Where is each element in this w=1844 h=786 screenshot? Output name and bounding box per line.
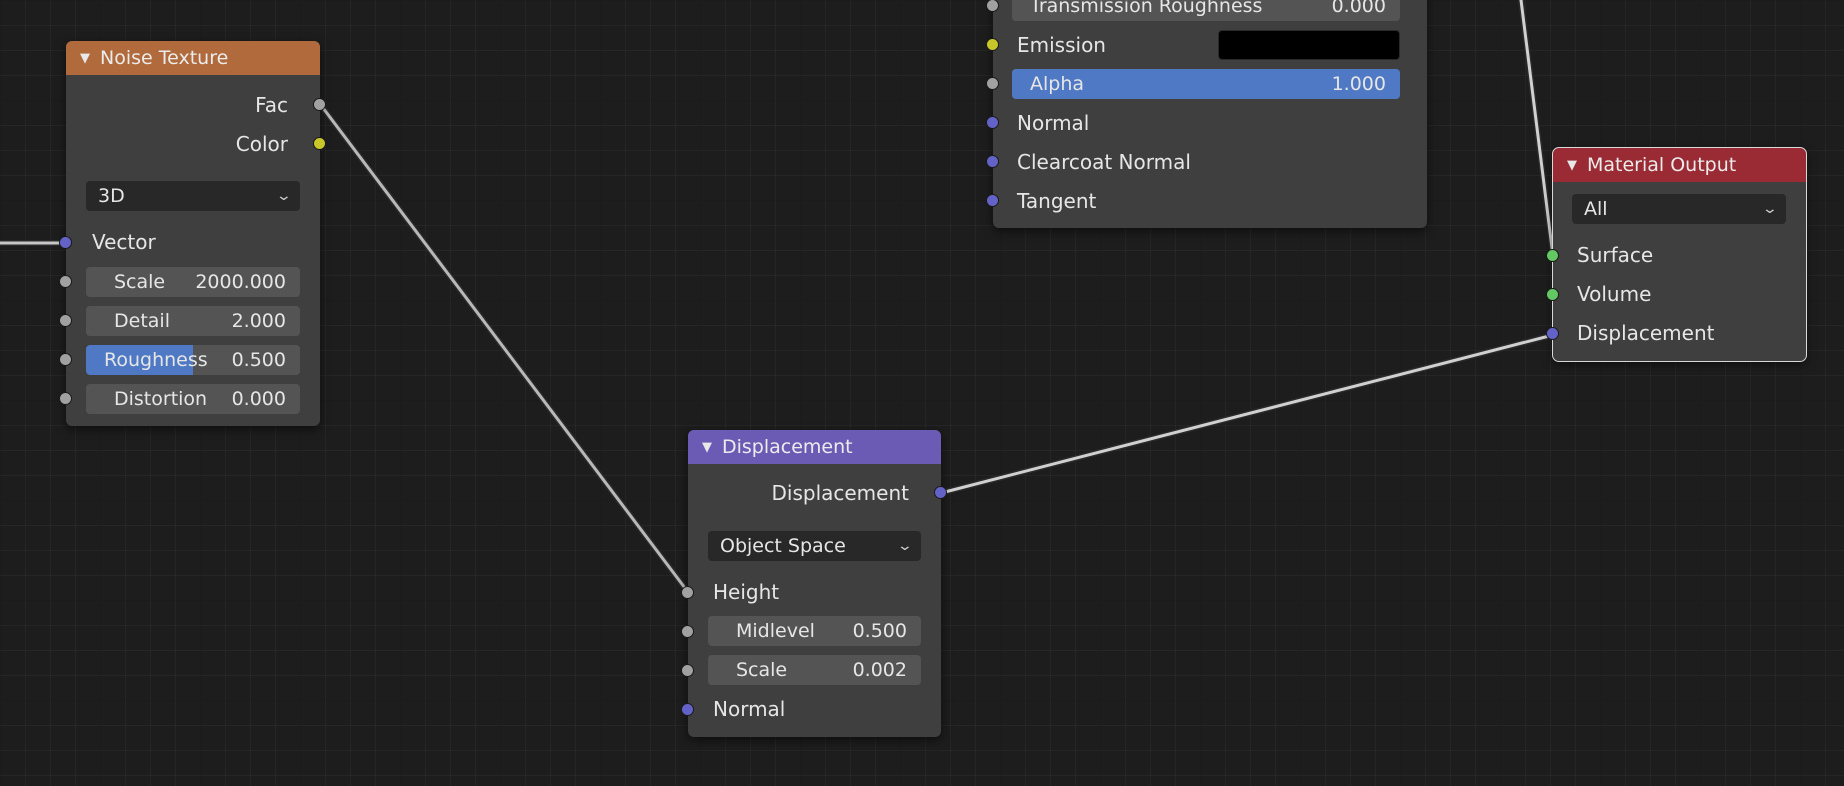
- collapse-triangle-icon[interactable]: ▼: [702, 440, 712, 455]
- collapse-triangle-icon[interactable]: ▼: [80, 51, 90, 66]
- space-dropdown[interactable]: Object Space ⌄: [708, 531, 921, 561]
- detail-socket-icon[interactable]: [59, 314, 72, 327]
- chevron-down-icon: ⌄: [275, 188, 293, 204]
- material-output-header[interactable]: ▼ Material Output: [1553, 148, 1806, 182]
- roughness-socket-icon[interactable]: [59, 353, 72, 366]
- dropdown-value: 3D: [98, 185, 125, 207]
- displacement-in-socket-icon[interactable]: [1546, 327, 1559, 340]
- socket-label: Fac: [255, 93, 288, 117]
- field-value: 1.000: [1331, 73, 1386, 95]
- input-surface: Surface: [1577, 240, 1653, 270]
- surface-socket-icon[interactable]: [1546, 249, 1559, 262]
- socket-label: Height: [713, 580, 780, 604]
- field-label: Detail: [114, 310, 170, 332]
- noise-texture-header[interactable]: ▼ Noise Texture: [66, 41, 320, 75]
- displacement-node[interactable]: ▼ Displacement Displacement Object Space…: [681, 430, 947, 737]
- midlevel-field[interactable]: Midlevel 0.500: [708, 616, 921, 646]
- fac-socket-icon[interactable]: [313, 98, 326, 111]
- roughness-slider[interactable]: Roughness 0.500: [86, 345, 300, 375]
- field-label: Midlevel: [736, 620, 815, 642]
- noise-texture-node[interactable]: ▼ Noise Texture Fac Color 3D ⌄ Vector Sc…: [59, 41, 326, 426]
- field-value: 0.000: [231, 388, 286, 410]
- field-value: 0.000: [1331, 0, 1386, 17]
- emission-socket-icon[interactable]: [986, 38, 999, 51]
- link-bsdf-to-surface: [1518, 0, 1556, 259]
- socket-label: Vector: [92, 230, 156, 254]
- volume-socket-icon[interactable]: [1546, 288, 1559, 301]
- input-tangent: Tangent: [1017, 186, 1096, 216]
- tangent-socket-icon[interactable]: [986, 194, 999, 207]
- input-height: Height: [713, 577, 779, 607]
- field-value: 0.500: [852, 620, 907, 642]
- input-normal: Normal: [713, 694, 785, 724]
- output-fac: Fac: [66, 90, 288, 120]
- node-title: Noise Texture: [100, 47, 229, 69]
- input-displacement: Displacement: [1577, 318, 1715, 348]
- field-value: 2000.000: [195, 271, 286, 293]
- principled-bsdf-node[interactable]: Transmission Roughness 0.000 Emission Al…: [986, 0, 1427, 228]
- socket-label: Surface: [1577, 243, 1654, 267]
- dropdown-value: Object Space: [720, 535, 846, 557]
- field-value: 0.002: [852, 659, 907, 681]
- alpha-slider[interactable]: Alpha 1.000: [1012, 69, 1400, 99]
- chevron-down-icon: ⌄: [1761, 201, 1779, 217]
- field-label: Transmission Roughness: [1030, 0, 1263, 17]
- detail-field[interactable]: Detail 2.000: [86, 306, 300, 336]
- scale-field[interactable]: Scale 0.002: [708, 655, 921, 685]
- normal-socket-icon[interactable]: [681, 703, 694, 716]
- field-label: Roughness: [104, 349, 208, 371]
- field-value: 0.500: [231, 349, 286, 371]
- input-volume: Volume: [1577, 279, 1651, 309]
- emission-color-swatch[interactable]: [1218, 30, 1400, 60]
- field-label: Scale: [736, 659, 788, 681]
- midlevel-socket-icon[interactable]: [681, 625, 694, 638]
- distortion-socket-icon[interactable]: [59, 392, 72, 405]
- socket-label: Emission: [1017, 33, 1106, 57]
- transmission-roughness-field[interactable]: Transmission Roughness 0.000: [1012, 0, 1400, 21]
- alpha-socket-icon[interactable]: [986, 77, 999, 90]
- output-color: Color: [66, 129, 288, 159]
- dimension-dropdown[interactable]: 3D ⌄: [86, 181, 300, 211]
- socket-label: Tangent: [1017, 189, 1097, 213]
- link-displacement-to-output: [938, 332, 1556, 496]
- output-displacement: Displacement: [688, 478, 910, 508]
- socket-label: Displacement: [771, 481, 910, 505]
- dropdown-value: All: [1584, 198, 1608, 220]
- displacement-header[interactable]: ▼ Displacement: [688, 430, 941, 464]
- socket-label: Normal: [1017, 111, 1090, 135]
- field-label: Alpha: [1030, 73, 1085, 95]
- clearcoat-normal-socket-icon[interactable]: [986, 155, 999, 168]
- material-output-node[interactable]: ▼ Material Output All ⌄ Surface Volume D…: [1546, 147, 1807, 362]
- field-label: Scale: [114, 271, 166, 293]
- collapse-triangle-icon[interactable]: ▼: [1567, 158, 1577, 173]
- input-emission: Emission: [1017, 30, 1106, 60]
- color-socket-icon[interactable]: [313, 137, 326, 150]
- input-normal: Normal: [1017, 108, 1089, 138]
- node-title: Displacement: [722, 436, 853, 458]
- transmission-roughness-socket-icon[interactable]: [986, 0, 999, 12]
- socket-label: Color: [235, 132, 288, 156]
- socket-label: Displacement: [1577, 321, 1715, 345]
- vector-socket-icon[interactable]: [59, 236, 72, 249]
- field-label: Distortion: [114, 388, 208, 410]
- field-value: 2.000: [231, 310, 286, 332]
- scale-socket-icon[interactable]: [59, 275, 72, 288]
- scale-field[interactable]: Scale 2000.000: [86, 267, 300, 297]
- input-vector: Vector: [92, 227, 156, 257]
- distortion-field[interactable]: Distortion 0.000: [86, 384, 300, 414]
- height-socket-icon[interactable]: [681, 586, 694, 599]
- displacement-out-socket-icon[interactable]: [934, 486, 947, 499]
- chevron-down-icon: ⌄: [896, 538, 914, 554]
- link-fac-to-height: [317, 101, 691, 595]
- target-dropdown[interactable]: All ⌄: [1572, 194, 1786, 224]
- socket-label: Volume: [1577, 282, 1652, 306]
- input-clearcoat-normal: Clearcoat Normal: [1017, 147, 1191, 177]
- socket-label: Normal: [713, 697, 786, 721]
- socket-label: Clearcoat Normal: [1017, 150, 1191, 174]
- normal-socket-icon[interactable]: [986, 116, 999, 129]
- scale-socket-icon[interactable]: [681, 664, 694, 677]
- node-title: Material Output: [1587, 154, 1737, 176]
